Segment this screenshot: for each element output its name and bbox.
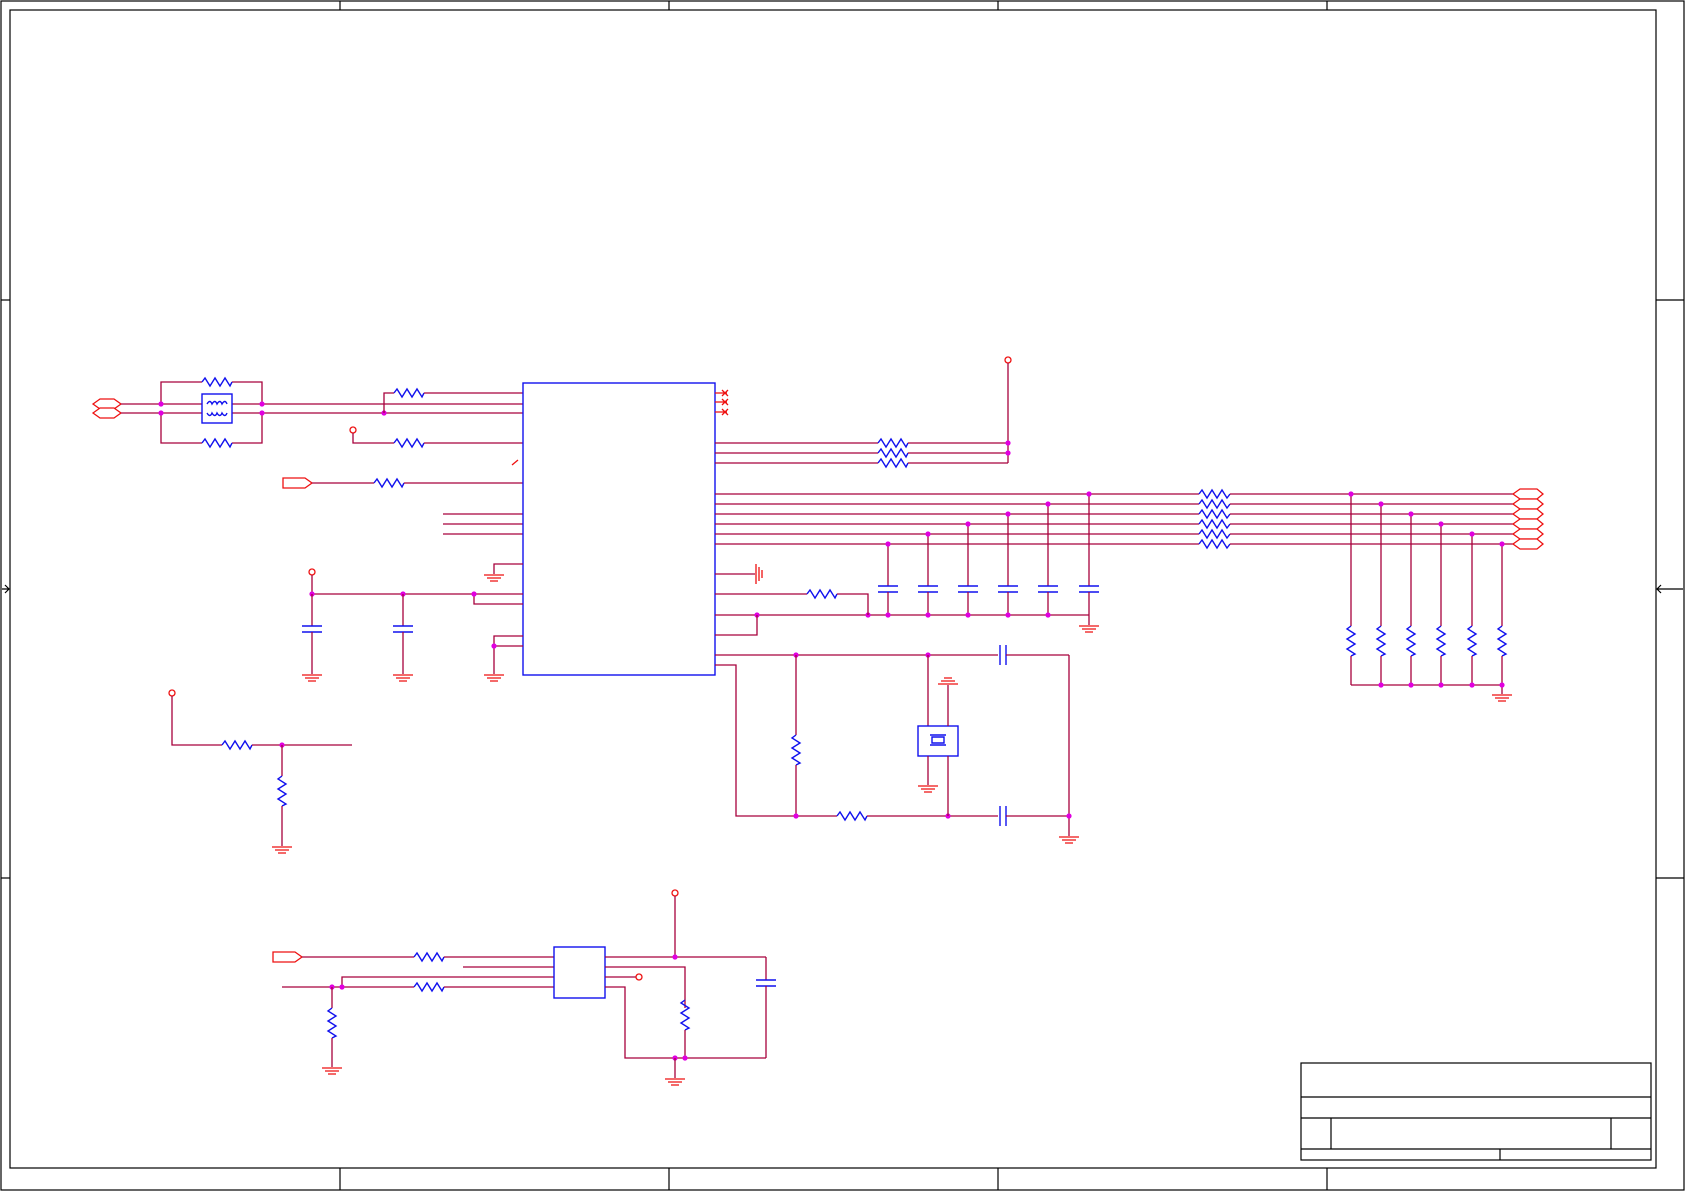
sheet-frame: [0, 0, 1685, 1191]
port-output-5[interactable]: [1511, 528, 1545, 540]
resistor-divider-top[interactable]: [221, 739, 253, 751]
resistor-series-bus-3[interactable]: [1198, 508, 1231, 520]
resistor-crystal-series[interactable]: [836, 810, 868, 822]
ic-power-decoupling: [302, 563, 523, 682]
capacitor-load-2[interactable]: [999, 806, 1007, 826]
resistor-driver-feedback[interactable]: [413, 981, 445, 993]
pulldown-resistors: [1345, 491, 1512, 702]
capacitor-vcc-2[interactable]: [393, 625, 413, 633]
crystal[interactable]: [917, 725, 959, 757]
ic-main[interactable]: [522, 382, 729, 676]
capacitor-filter-3[interactable]: [958, 585, 978, 593]
power-pin-pullup-network[interactable]: [1004, 356, 1012, 364]
schematic-sheet: [0, 0, 1685, 1191]
pullup-network: [715, 356, 1012, 469]
ic-right-lower: [715, 564, 869, 636]
resistor-driver-pulldown[interactable]: [326, 1007, 338, 1039]
choke[interactable]: [201, 393, 233, 424]
port-input-signal[interactable]: [282, 477, 314, 489]
resistor-series-input[interactable]: [393, 387, 425, 399]
resistor-series-bus-2[interactable]: [1198, 498, 1231, 510]
input-choke-section: [91, 376, 523, 535]
crystal-oscillator: [715, 645, 1079, 844]
driver-section: [272, 889, 776, 1086]
resistor-series-bus-6[interactable]: [1198, 538, 1231, 550]
voltage-divider: [168, 689, 352, 854]
resistor-divider-bottom[interactable]: [276, 775, 288, 807]
resistor-series-bus-4[interactable]: [1198, 518, 1231, 530]
resistor-pullup-1[interactable]: [877, 437, 909, 449]
port-output-2[interactable]: [1511, 498, 1545, 510]
ground-symbol-driver: [322, 1067, 342, 1075]
resistor-feedback[interactable]: [790, 734, 802, 766]
ground-symbol-crystal-top: [938, 677, 958, 685]
port-output-3[interactable]: [1511, 508, 1545, 520]
resistor-pullup[interactable]: [393, 437, 425, 449]
title-block: [1300, 1062, 1652, 1161]
capacitor-filter-5[interactable]: [1038, 585, 1058, 593]
resistor-driver-input[interactable]: [413, 951, 445, 963]
ground-symbol-ic-1: [484, 574, 504, 582]
power-pin-driver-vcc[interactable]: [671, 889, 679, 897]
ground-symbol-cap-1: [302, 674, 322, 682]
filter-capacitors: [715, 491, 1099, 633]
port-output-4[interactable]: [1511, 518, 1545, 530]
resistor-bias[interactable]: [806, 588, 838, 600]
port-output-1[interactable]: [1511, 488, 1545, 500]
resistor-pulldown-3[interactable]: [1405, 625, 1417, 657]
test-point-driver[interactable]: [635, 973, 643, 981]
ic-small[interactable]: [553, 946, 606, 999]
capacitor-filter-4[interactable]: [998, 585, 1018, 593]
port-output-6[interactable]: [1511, 538, 1545, 550]
ground-symbol-divider: [272, 846, 292, 854]
resistor-pulldown-6[interactable]: [1496, 625, 1508, 657]
resistor-bypass-bottom[interactable]: [201, 437, 233, 449]
resistor-pulldown-4[interactable]: [1435, 625, 1447, 657]
ground-symbol-load-caps: [1059, 836, 1079, 844]
ground-symbol-ic-2: [484, 674, 504, 682]
resistor-pulldown-5[interactable]: [1466, 625, 1478, 657]
capacitor-vcc-1[interactable]: [302, 625, 322, 633]
resistor-bypass-top[interactable]: [201, 376, 233, 388]
ground-symbol-filter: [1079, 625, 1099, 633]
resistor-pulldown-1[interactable]: [1345, 625, 1357, 657]
capacitor-load-1[interactable]: [999, 645, 1007, 665]
ground-symbol-crystal-bottom: [918, 785, 938, 793]
ground-symbol-pulldown: [1492, 694, 1512, 702]
resistor-pulldown-2[interactable]: [1375, 625, 1387, 657]
capacitor-filter-1[interactable]: [878, 585, 898, 593]
resistor-pullup-3[interactable]: [877, 457, 909, 469]
resistor-pullup-2[interactable]: [877, 447, 909, 459]
data-bus: [715, 488, 1545, 702]
ground-symbol-cap-2: [393, 674, 413, 682]
capacitor-driver-bypass[interactable]: [756, 979, 776, 987]
resistor-input-signal[interactable]: [373, 477, 405, 489]
capacitor-filter-6[interactable]: [1079, 585, 1099, 593]
power-pin-divider[interactable]: [168, 689, 176, 697]
power-pin-pullup[interactable]: [349, 426, 357, 434]
port-driver-input[interactable]: [272, 951, 304, 963]
port-connector-bottom[interactable]: [91, 407, 123, 419]
ground-symbol-driver-out: [665, 1078, 685, 1086]
chassis-ground-icon: [755, 564, 763, 584]
capacitor-filter-2[interactable]: [918, 585, 938, 593]
resistor-series-bus-5[interactable]: [1198, 528, 1231, 540]
power-pin-vcc[interactable]: [308, 568, 316, 576]
resistor-series-bus-1[interactable]: [1198, 488, 1231, 500]
